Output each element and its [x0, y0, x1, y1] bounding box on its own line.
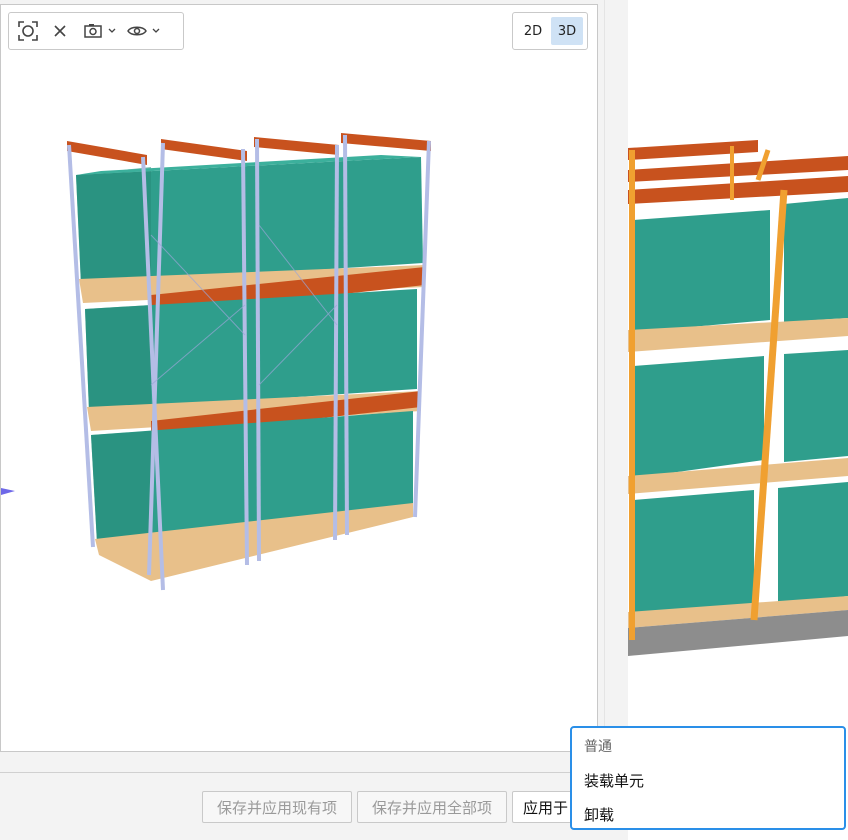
close-icon[interactable]	[51, 18, 69, 44]
save-apply-all-button[interactable]: 保存并应用全部项	[357, 791, 507, 823]
viewport-toolbar	[8, 12, 184, 50]
dropdown-item-load-unit[interactable]: 装载单元	[584, 770, 644, 791]
axis-gizmo	[1, 488, 15, 495]
view-mode-toggle: 2D 3D	[512, 12, 588, 50]
save-apply-existing-button[interactable]: 保存并应用现有项	[202, 791, 352, 823]
eye-icon[interactable]	[127, 18, 147, 44]
fit-view-icon[interactable]	[17, 18, 39, 44]
camera-icon[interactable]	[83, 18, 103, 44]
vertical-scrollbar[interactable]	[604, 0, 619, 756]
preview-panel	[628, 0, 848, 840]
rack-3d-model	[1, 133, 431, 591]
editor-panel: 2D 3D 保存并应用现有项 保存并应用全部项 应用于	[0, 0, 628, 840]
footer-divider	[0, 772, 628, 773]
3d-viewport[interactable]	[0, 4, 598, 752]
mode-2d-button[interactable]: 2D	[517, 17, 549, 45]
dropdown-group-header: 普通	[584, 739, 612, 755]
chevron-down-icon[interactable]	[151, 18, 161, 44]
apply-to-dropdown: 普通 装载单元 卸载	[570, 726, 846, 830]
mode-3d-button[interactable]: 3D	[551, 17, 583, 45]
dropdown-item-unload[interactable]: 卸载	[584, 804, 614, 825]
chevron-down-icon[interactable]	[107, 18, 117, 44]
rack-3d-preview	[628, 140, 848, 656]
